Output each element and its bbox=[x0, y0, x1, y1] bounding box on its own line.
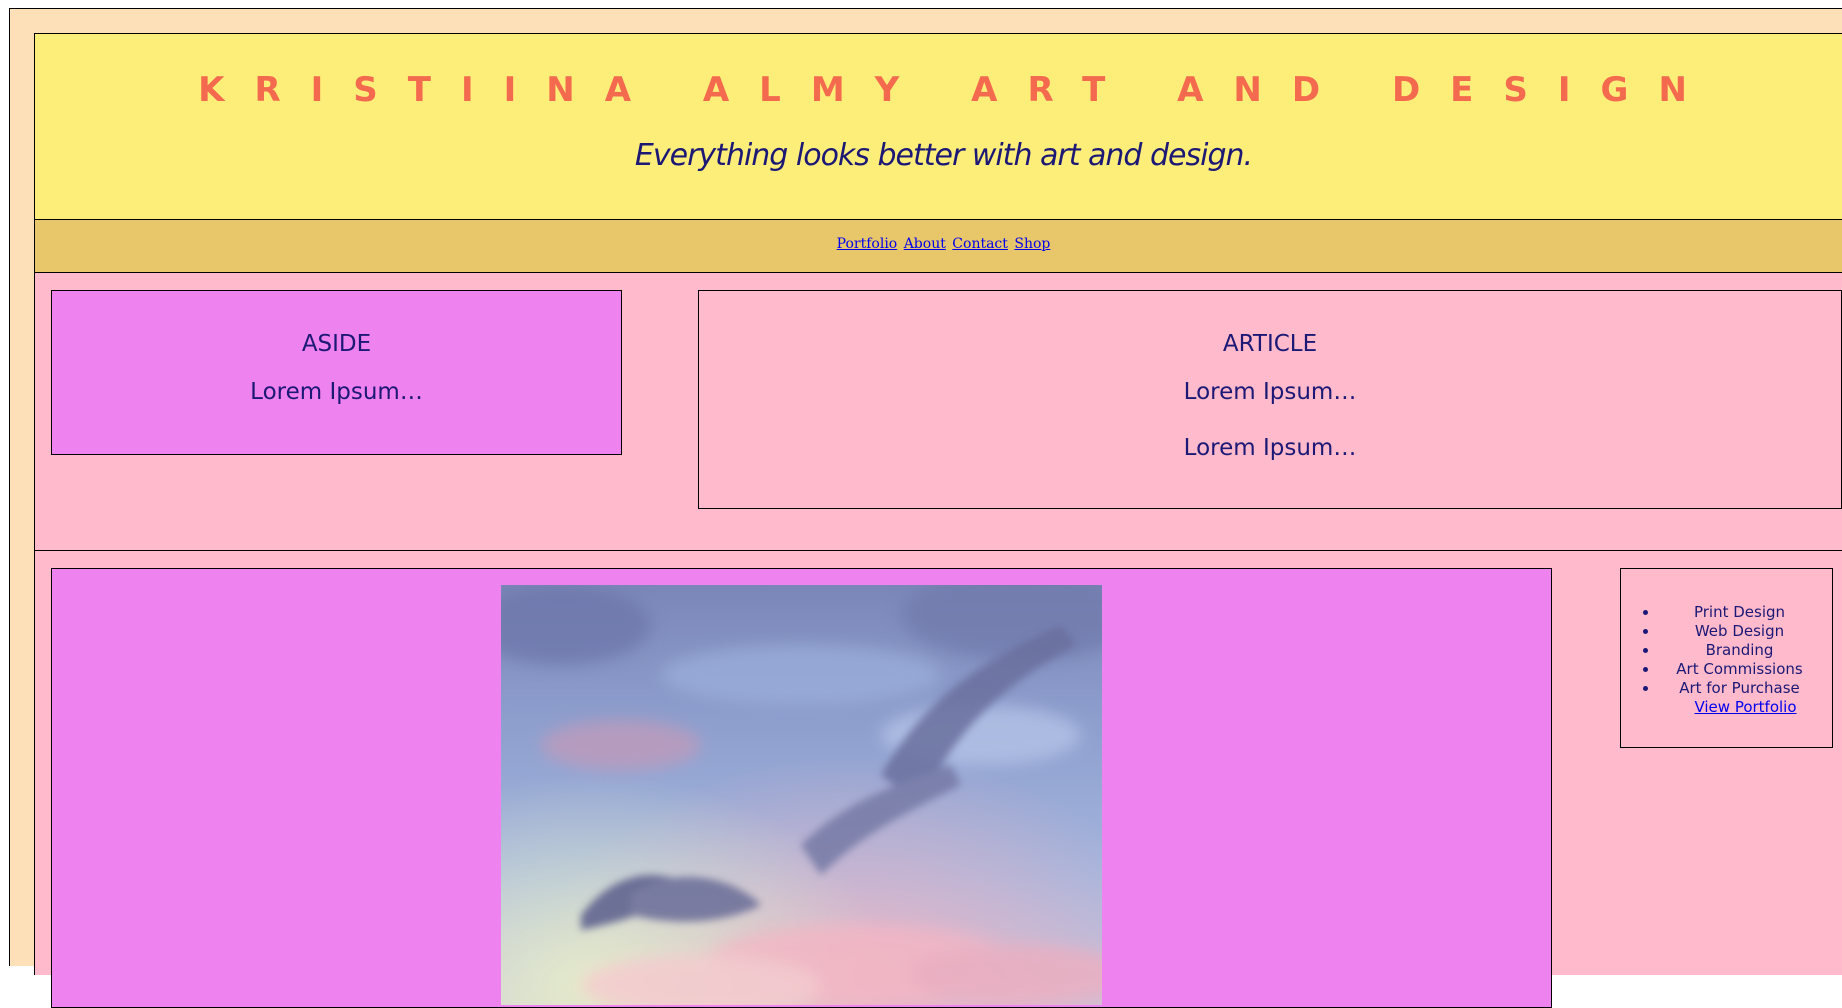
site-header: KRISTIINA ALMY ART AND DESIGN Everything… bbox=[35, 34, 1842, 220]
view-portfolio-container: View Portfolio bbox=[1621, 698, 1832, 717]
aside-heading: ASIDE bbox=[301, 331, 372, 357]
sky-painting-image bbox=[501, 585, 1102, 1005]
nav-link-contact[interactable]: Contact bbox=[952, 236, 1008, 252]
services-box: Print Design Web Design Branding Art Com… bbox=[1620, 568, 1833, 748]
gallery-box bbox=[51, 568, 1552, 1008]
services-list: Print Design Web Design Branding Art Com… bbox=[1621, 603, 1832, 698]
list-item: Branding bbox=[1659, 641, 1832, 660]
site-tagline: Everything looks better with art and des… bbox=[634, 138, 1253, 173]
aside-box: ASIDE Lorem Ipsum… bbox=[51, 290, 622, 455]
list-item: Web Design bbox=[1659, 622, 1832, 641]
view-portfolio-link[interactable]: View Portfolio bbox=[1694, 698, 1796, 716]
list-item: Art Commissions bbox=[1659, 660, 1832, 679]
content-row-top: ASIDE Lorem Ipsum… ARTICLE Lorem Ipsum… … bbox=[35, 273, 1842, 551]
article-box: ARTICLE Lorem Ipsum… Lorem Ipsum… bbox=[698, 290, 1842, 509]
list-item: Print Design bbox=[1659, 603, 1832, 622]
nav-link-about[interactable]: About bbox=[904, 236, 946, 252]
content-row-bottom: Print Design Web Design Branding Art Com… bbox=[35, 551, 1842, 1008]
article-paragraph: Lorem Ipsum… bbox=[1183, 379, 1357, 405]
article-heading: ARTICLE bbox=[1222, 331, 1318, 357]
main-nav: Portfolio About Contact Shop bbox=[35, 220, 1842, 273]
page-background: KRISTIINA ALMY ART AND DESIGN Everything… bbox=[9, 8, 1842, 1008]
site-wrapper: KRISTIINA ALMY ART AND DESIGN Everything… bbox=[34, 33, 1842, 1008]
nav-link-shop[interactable]: Shop bbox=[1014, 236, 1050, 252]
nav-link-portfolio[interactable]: Portfolio bbox=[837, 236, 898, 252]
aside-text: Lorem Ipsum… bbox=[250, 379, 423, 405]
article-paragraph: Lorem Ipsum… bbox=[1183, 435, 1357, 461]
site-title: KRISTIINA ALMY ART AND DESIGN bbox=[198, 70, 1717, 110]
list-item: Art for Purchase bbox=[1659, 679, 1832, 698]
